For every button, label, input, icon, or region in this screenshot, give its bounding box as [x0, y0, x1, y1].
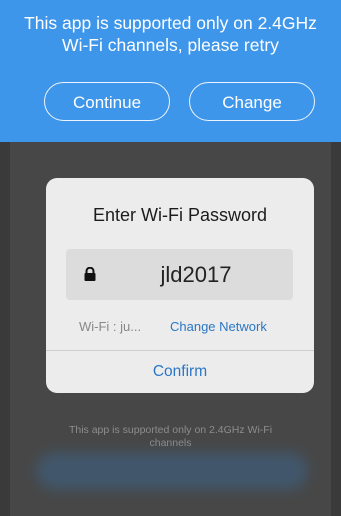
wifi-network-label: Wi-Fi : ju...	[79, 319, 142, 334]
password-field[interactable]: jld2017	[66, 249, 293, 300]
wifi-password-dialog: Enter Wi-Fi Password jld2017 Wi-Fi : ju.…	[46, 178, 314, 393]
continue-button[interactable]: Continue	[44, 82, 170, 121]
change-button[interactable]: Change	[189, 82, 315, 121]
background-note: This app is supported only on 2.4GHz Wi-…	[68, 424, 273, 449]
lock-icon	[84, 267, 96, 281]
confirm-button[interactable]: Confirm	[46, 351, 314, 393]
notice-banner: This app is supported only on 2.4GHz Wi-…	[0, 0, 341, 142]
password-value: jld2017	[160, 262, 232, 287]
banner-message: This app is supported only on 2.4GHz Wi-…	[24, 13, 317, 55]
background-button	[36, 452, 308, 490]
dialog-title: Enter Wi-Fi Password	[92, 205, 268, 225]
change-network-link[interactable]: Change Network	[170, 319, 267, 334]
